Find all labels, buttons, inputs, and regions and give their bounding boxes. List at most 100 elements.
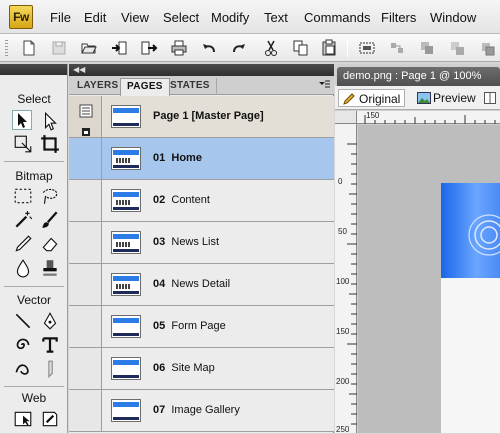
- preview-view-button[interactable]: Preview: [413, 89, 480, 107]
- join-icon[interactable]: [418, 39, 436, 57]
- menu-edit[interactable]: Edit: [84, 10, 106, 25]
- group-icon[interactable]: [358, 39, 376, 57]
- collapse-arrows-icon[interactable]: ◀◀: [73, 65, 85, 74]
- menu-bar: Fw File Edit View Select Modify Text Com…: [0, 0, 500, 34]
- page-row[interactable]: 07 Image Gallery: [69, 390, 334, 432]
- document-tab[interactable]: demo.png : Page 1 @ 100%: [337, 67, 500, 86]
- page-label: 05 Form Page: [153, 320, 226, 332]
- page-thumbnail: [111, 231, 141, 254]
- menu-commands[interactable]: Commands: [304, 10, 370, 25]
- page-label: 07 Image Gallery: [153, 404, 240, 416]
- freeform-icon[interactable]: [13, 359, 33, 379]
- row-gutter: [69, 222, 102, 263]
- page-row-master[interactable]: Page 1 [Master Page]: [69, 96, 334, 138]
- redo-icon[interactable]: [230, 39, 248, 57]
- page-name: Home: [171, 152, 202, 164]
- tools-divider: [4, 386, 64, 387]
- menu-modify[interactable]: Modify: [211, 10, 249, 25]
- hotspot-icon[interactable]: [13, 409, 33, 429]
- page-name: Site Map: [171, 362, 215, 374]
- copy-icon[interactable]: [292, 39, 310, 57]
- undo-icon[interactable]: [200, 39, 218, 57]
- panel-menu-icon[interactable]: [318, 80, 330, 90]
- page-number: 05: [153, 320, 166, 332]
- menu-select[interactable]: Select: [163, 10, 199, 25]
- tab-layers[interactable]: LAYERS: [71, 78, 126, 95]
- page-row[interactable]: 02 Content: [69, 180, 334, 222]
- canvas-area[interactable]: [358, 125, 500, 433]
- cut-icon[interactable]: [262, 39, 280, 57]
- split-icon[interactable]: [448, 39, 466, 57]
- menu-window[interactable]: Window: [430, 10, 476, 25]
- save-disabled-icon[interactable]: [50, 39, 68, 57]
- print-icon[interactable]: [170, 39, 188, 57]
- menu-text[interactable]: Text: [264, 10, 288, 25]
- tools-divider: [4, 161, 64, 162]
- page-row[interactable]: 04 News Detail: [69, 264, 334, 306]
- tab-states[interactable]: STATES: [164, 78, 217, 95]
- row-gutter: [69, 138, 102, 179]
- scale-icon[interactable]: [13, 134, 33, 154]
- horizontal-ruler: 150: [357, 111, 500, 124]
- page-row[interactable]: 03 News List: [69, 222, 334, 264]
- ruler-label: 150: [366, 111, 380, 120]
- page-row[interactable]: 01 Home: [69, 138, 334, 180]
- tools-section-web: Web: [21, 391, 47, 405]
- tools-panel-header[interactable]: [0, 64, 67, 75]
- pencil-icon: [343, 93, 355, 105]
- page-number: 06: [153, 362, 166, 374]
- new-icon[interactable]: [20, 39, 38, 57]
- row-gutter: [69, 180, 102, 221]
- pointer-icon: [18, 113, 27, 128]
- ruler-corner: [335, 111, 357, 124]
- menu-filters[interactable]: Filters: [381, 10, 416, 25]
- subselection-icon[interactable]: [40, 111, 60, 131]
- panel-strip[interactable]: ◀◀: [69, 64, 334, 76]
- page-name: News Detail: [171, 278, 231, 290]
- menu-view[interactable]: View: [121, 10, 149, 25]
- arrange-icon[interactable]: [478, 39, 496, 57]
- page-row[interactable]: 06 Site Map: [69, 348, 334, 390]
- vector-path-icon[interactable]: [13, 335, 33, 355]
- page-label: 02 Content: [153, 194, 210, 206]
- knife-icon[interactable]: [40, 359, 60, 379]
- menu-file[interactable]: File: [50, 10, 71, 25]
- ungroup-icon[interactable]: [388, 39, 406, 57]
- original-view-button[interactable]: Original: [338, 89, 406, 107]
- brush-icon[interactable]: [40, 210, 60, 230]
- open-icon[interactable]: [80, 39, 98, 57]
- page-name: Content: [171, 194, 210, 206]
- rubber-stamp-icon[interactable]: [40, 258, 60, 278]
- page-thumbnail: [111, 147, 141, 170]
- slice-icon[interactable]: [40, 409, 60, 429]
- text-icon[interactable]: [40, 335, 60, 355]
- pointer-tool[interactable]: [12, 110, 32, 130]
- row-gutter: [69, 348, 102, 389]
- page-row[interactable]: 05 Form Page: [69, 306, 334, 348]
- artboard[interactable]: [441, 183, 500, 433]
- page-label: 01 Home: [153, 152, 202, 164]
- line-icon[interactable]: [13, 311, 33, 331]
- vertical-ruler: 0 50 100 150 200 250: [335, 124, 357, 434]
- page-thumbnail: [111, 105, 141, 128]
- 2up-view-icon[interactable]: [484, 92, 496, 104]
- export-icon[interactable]: [140, 39, 158, 57]
- toolbar-grip[interactable]: [5, 40, 8, 56]
- row-gutter: [69, 306, 102, 347]
- page-thumbnail: [111, 315, 141, 338]
- blur-icon[interactable]: [13, 258, 33, 278]
- lasso-icon[interactable]: [40, 186, 60, 206]
- magic-wand-icon[interactable]: [13, 210, 33, 230]
- page-name: Page 1 [Master Page]: [153, 110, 264, 122]
- pencil-icon[interactable]: [13, 234, 33, 254]
- row-gutter: [69, 264, 102, 305]
- pen-icon[interactable]: [40, 311, 60, 331]
- pages-panel: ◀◀ LAYERS PAGES STATES Page 1 [Master Pa…: [69, 64, 334, 433]
- ruler-label: 200: [336, 377, 350, 386]
- tab-pages[interactable]: PAGES: [120, 78, 170, 96]
- crop-icon[interactable]: [40, 134, 60, 154]
- marquee-icon[interactable]: [13, 186, 33, 206]
- eraser-icon[interactable]: [40, 234, 60, 254]
- paste-icon[interactable]: [320, 39, 338, 57]
- import-icon[interactable]: [110, 39, 128, 57]
